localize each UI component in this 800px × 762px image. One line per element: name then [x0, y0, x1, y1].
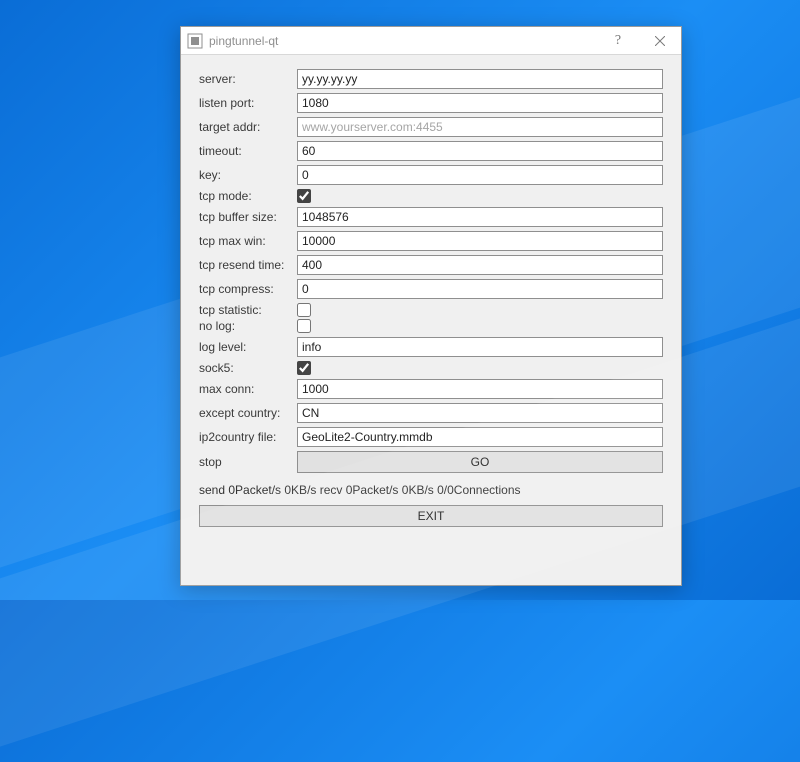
max-conn-label: max conn:: [199, 382, 291, 396]
target-addr-label: target addr:: [199, 120, 291, 134]
tcp-resend-time-input[interactable]: [297, 255, 663, 275]
key-input[interactable]: [297, 165, 663, 185]
except-country-input[interactable]: [297, 403, 663, 423]
max-conn-input[interactable]: [297, 379, 663, 399]
tcp-statistic-checkbox[interactable]: [297, 303, 311, 317]
window-title: pingtunnel-qt: [209, 34, 597, 48]
timeout-input[interactable]: [297, 141, 663, 161]
exit-button[interactable]: EXIT: [199, 505, 663, 527]
tcp-compress-label: tcp compress:: [199, 282, 291, 296]
titlebar: pingtunnel-qt ?: [181, 27, 681, 55]
app-window: pingtunnel-qt ? server: listen port: tar…: [180, 26, 682, 586]
sock5-label: sock5:: [199, 361, 291, 375]
target-addr-input[interactable]: [297, 117, 663, 137]
tcp-buffer-size-input[interactable]: [297, 207, 663, 227]
help-button[interactable]: ?: [597, 27, 639, 55]
key-label: key:: [199, 168, 291, 182]
tcp-buffer-size-label: tcp buffer size:: [199, 210, 291, 224]
ip2country-file-input[interactable]: [297, 427, 663, 447]
server-input[interactable]: [297, 69, 663, 89]
status-line: send 0Packet/s 0KB/s recv 0Packet/s 0KB/…: [199, 483, 663, 497]
ip2country-file-label: ip2country file:: [199, 430, 291, 444]
timeout-label: timeout:: [199, 144, 291, 158]
tcp-mode-checkbox[interactable]: [297, 189, 311, 203]
app-icon: [187, 33, 203, 49]
sock5-checkbox[interactable]: [297, 361, 311, 375]
server-label: server:: [199, 72, 291, 86]
tcp-compress-input[interactable]: [297, 279, 663, 299]
tcp-max-win-input[interactable]: [297, 231, 663, 251]
form: server: listen port: target addr: timeou…: [181, 55, 681, 585]
tcp-max-win-label: tcp max win:: [199, 234, 291, 248]
tcp-resend-time-label: tcp resend time:: [199, 258, 291, 272]
listen-port-input[interactable]: [297, 93, 663, 113]
stop-label: stop: [199, 455, 291, 469]
no-log-label: no log:: [199, 319, 291, 333]
tcp-mode-label: tcp mode:: [199, 189, 291, 203]
log-level-input[interactable]: [297, 337, 663, 357]
tcp-statistic-label: tcp statistic:: [199, 303, 291, 317]
log-level-label: log level:: [199, 340, 291, 354]
except-country-label: except country:: [199, 406, 291, 420]
listen-port-label: listen port:: [199, 96, 291, 110]
close-button[interactable]: [639, 27, 681, 55]
go-button[interactable]: GO: [297, 451, 663, 473]
no-log-checkbox[interactable]: [297, 319, 311, 333]
